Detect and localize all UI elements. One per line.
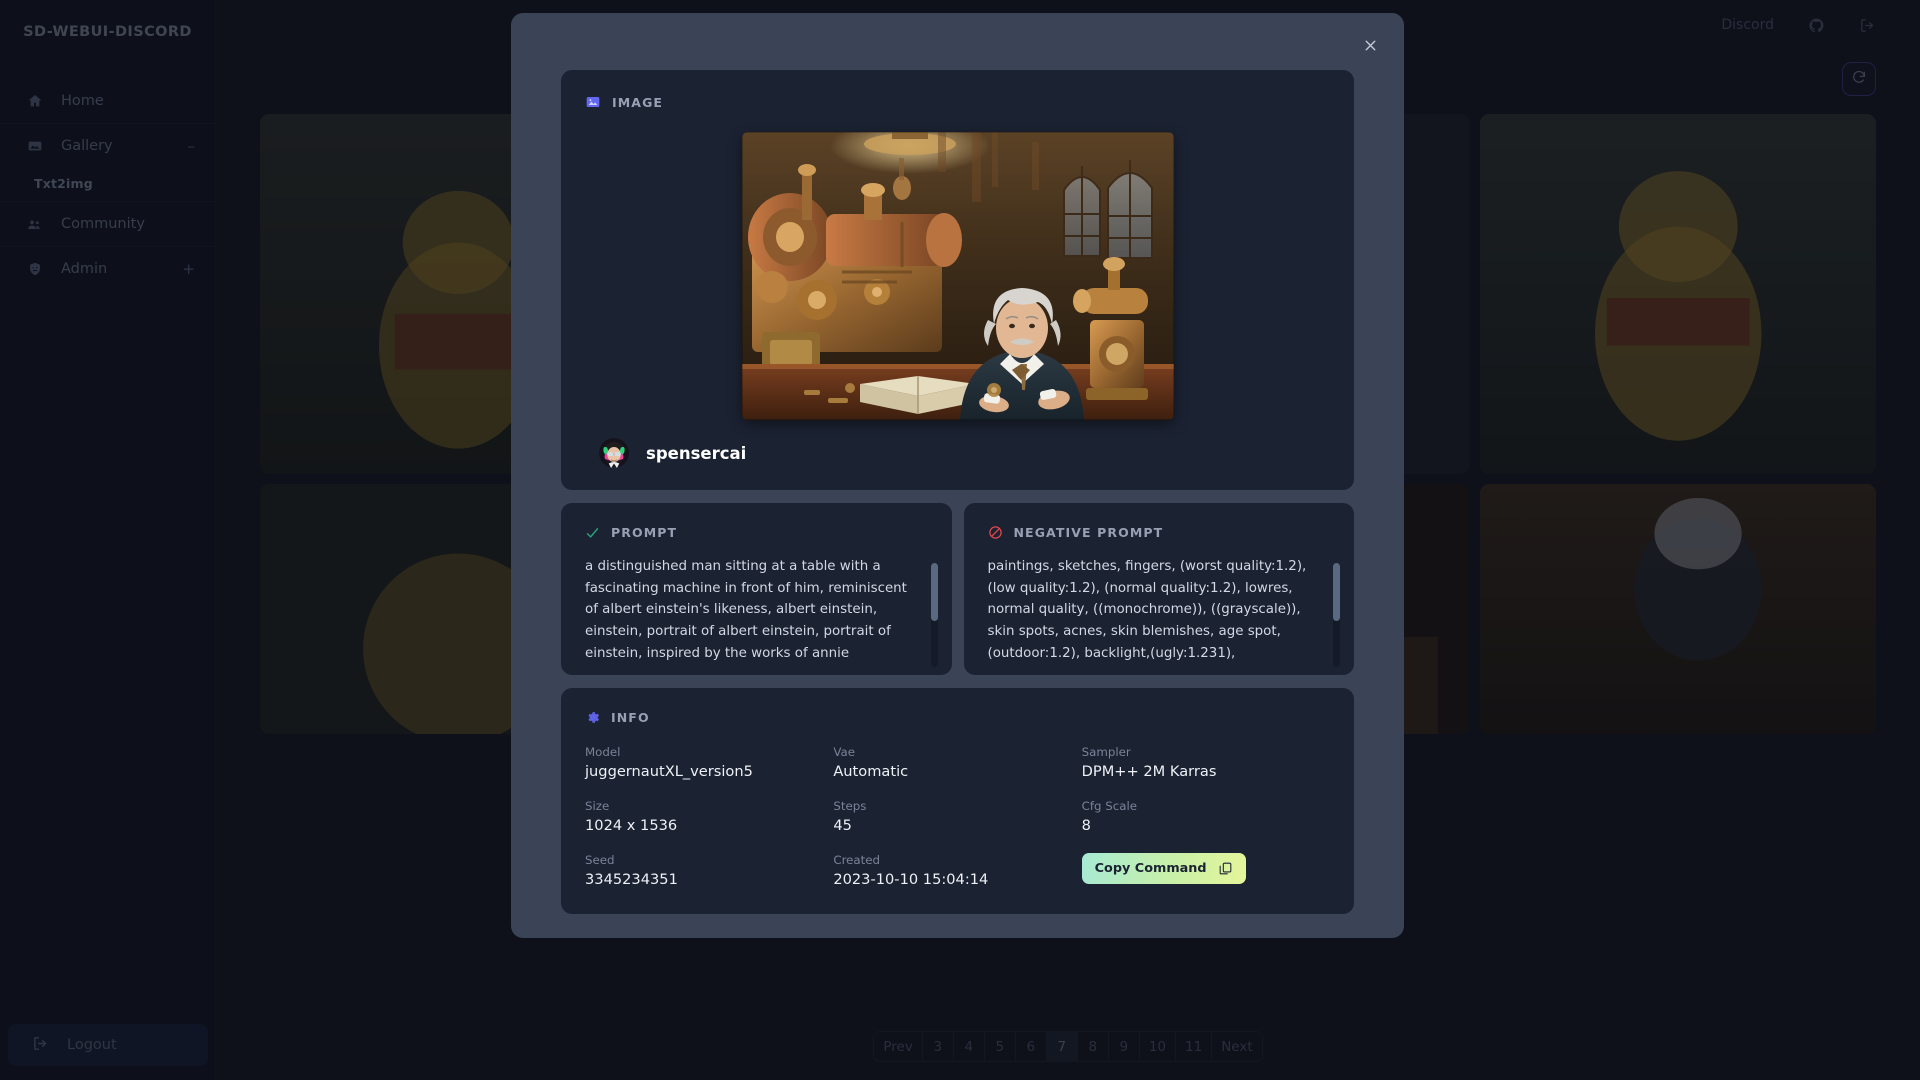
field-value: 1024 x 1536 [585,817,678,834]
info-field-size: Size 1024 x 1536 [585,799,833,834]
detail-image[interactable] [741,132,1174,420]
field-value: juggernautXL_version5 [585,763,753,780]
info-field-model: Model juggernautXL_version5 [585,745,833,780]
negative-prompt-text[interactable]: paintings, sketches, fingers, (worst qua… [988,556,1331,668]
field-value: DPM++ 2M Karras [1081,763,1217,780]
info-field-vae: Vae Automatic [833,745,1081,780]
prompt-header: PROMPT [585,525,928,540]
prompt-title: PROMPT [611,525,678,540]
info-grid: Model juggernautXL_version5 Vae Automati… [585,745,1330,888]
info-field-created: Created 2023-10-10 15:04:14 [833,853,1081,888]
field-value: 3345234351 [585,871,678,888]
info-title: INFO [611,710,650,725]
author-name: spensercai [646,443,747,463]
field-label: Sampler [1081,745,1131,759]
negative-prompt-scrollbar[interactable] [1333,563,1340,667]
negative-prompt-card: NEGATIVE PROMPT paintings, sketches, fin… [963,503,1354,675]
info-field-seed: Seed 3345234351 [585,853,833,888]
field-label: Steps [833,799,867,813]
field-value: 45 [833,817,852,834]
avatar [599,438,629,468]
author-row: spensercai [585,420,1330,490]
copy-icon [1218,861,1233,876]
close-button[interactable] [1356,33,1384,61]
close-icon [1362,37,1379,58]
image-icon [585,94,601,110]
copy-command-cell: Copy Command [1081,853,1330,888]
modal-body: IMAGE spensercai PROMPT a distinguished … [511,13,1404,914]
image-section-header: IMAGE [585,94,1330,110]
image-detail-modal: IMAGE spensercai PROMPT a distinguished … [511,13,1404,938]
negative-prompt-title: NEGATIVE PROMPT [1013,525,1164,540]
negative-prompt-header: NEGATIVE PROMPT [988,525,1331,540]
image-card: IMAGE spensercai [561,70,1354,490]
prompt-text[interactable]: a distinguished man sitting at a table w… [585,556,928,668]
field-value: 8 [1081,817,1091,834]
info-header: INFO [585,710,1330,725]
prompt-scrollbar[interactable] [930,563,938,667]
field-label: Size [585,799,610,813]
detail-image-wrapper [585,132,1330,420]
field-label: Model [585,745,621,759]
prompt-card: PROMPT a distinguished man sitting at a … [561,503,952,675]
field-label: Seed [585,853,615,867]
copy-command-label: Copy Command [1094,861,1207,876]
image-section-title: IMAGE [612,94,664,110]
gear-icon [585,710,600,725]
prompt-row: PROMPT a distinguished man sitting at a … [561,503,1354,675]
field-label: Created [833,853,881,867]
field-label: Vae [833,745,855,759]
field-value: Automatic [833,763,909,780]
copy-command-button[interactable]: Copy Command [1081,853,1246,884]
no-entry-icon [988,525,1003,540]
info-field-sampler: Sampler DPM++ 2M Karras [1082,745,1330,780]
field-label: Cfg Scale [1081,799,1138,813]
info-card: INFO Model juggernautXL_version5 Vae Aut… [561,688,1354,914]
app-root: SD-WEBUI-DISCORD Home Gallery – Txt2img [0,0,1920,1080]
field-value: 2023-10-10 15:04:14 [833,871,989,888]
info-field-cfg-scale: Cfg Scale 8 [1082,799,1330,834]
info-field-steps: Steps 45 [833,799,1081,834]
check-icon [585,525,600,540]
